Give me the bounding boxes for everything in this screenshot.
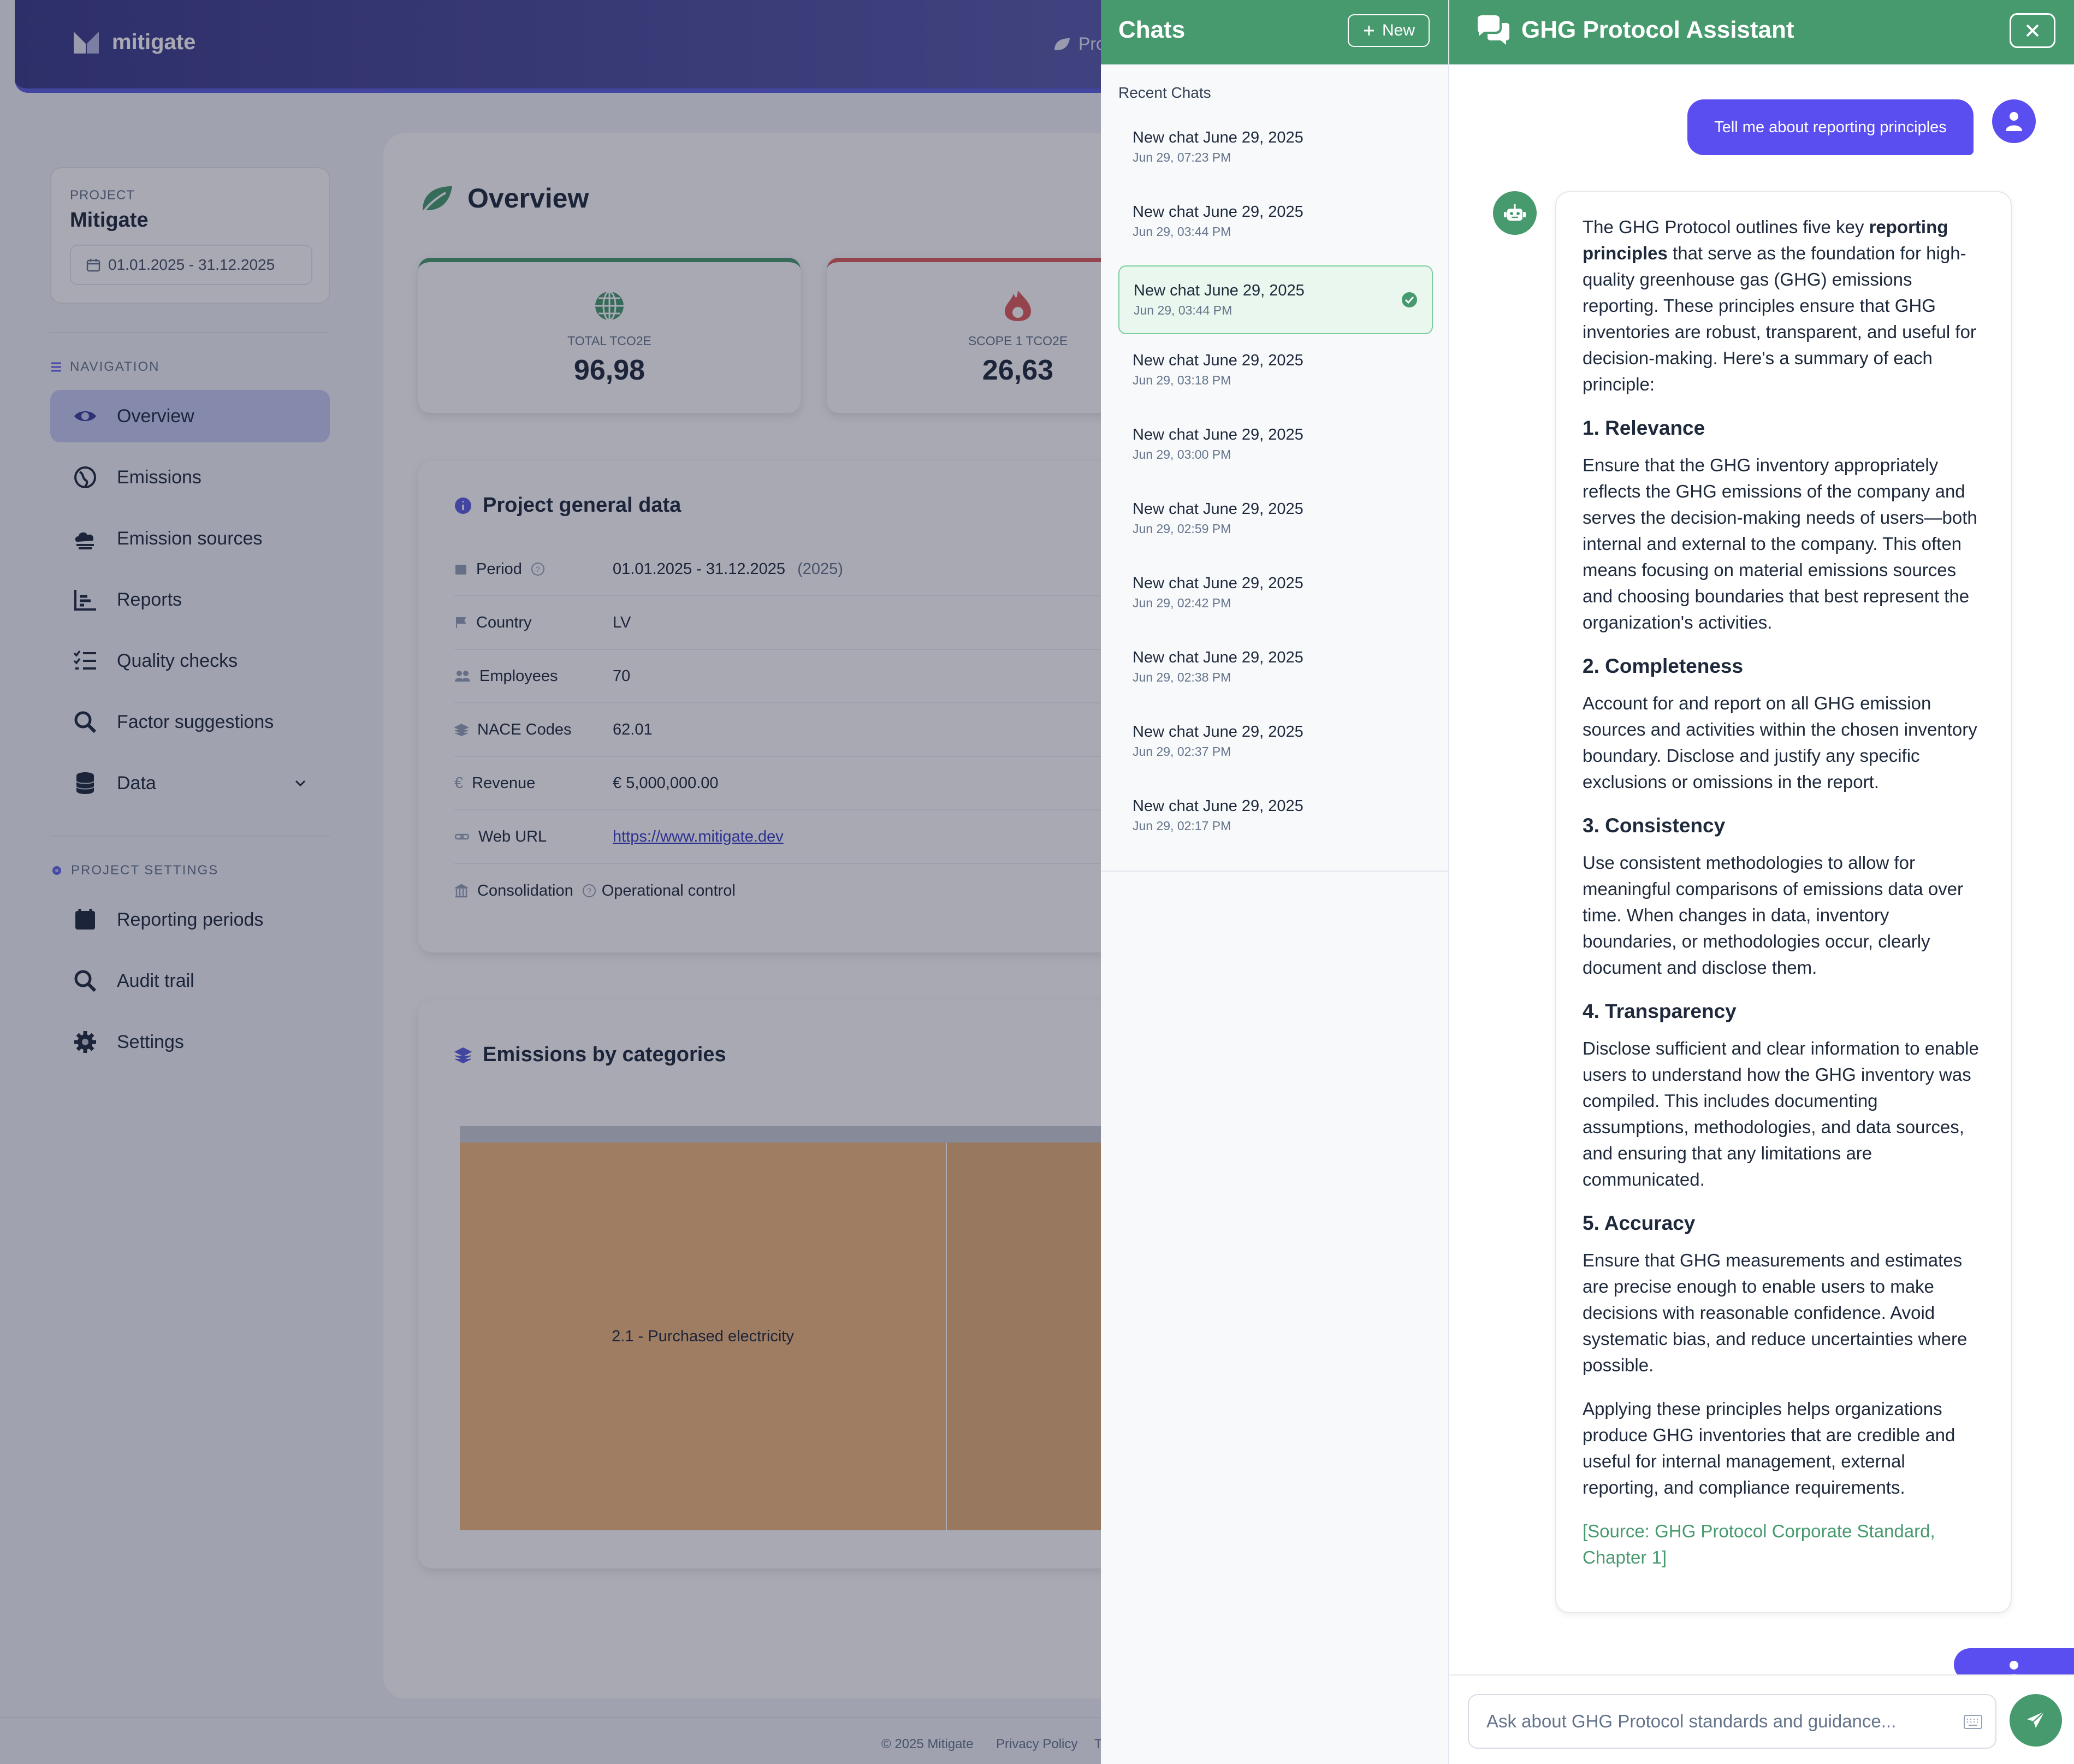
chat-list-item-selected[interactable]: New chat June 29, 2025 Jun 29, 03:44 PM (1118, 265, 1433, 334)
close-icon (2026, 24, 2039, 37)
chats-header: Chats New (1101, 0, 1448, 64)
chat-date: Jun 29, 02:37 PM (1133, 744, 1231, 759)
assistant-title: GHG Protocol Assistant (1521, 16, 1794, 43)
close-button[interactable] (2010, 13, 2055, 48)
reply-heading: 3. Consistency (1583, 814, 1726, 837)
chat-list-item[interactable]: New chat June 29, 2025 Jun 29, 02:38 PM (1118, 632, 1433, 701)
avatar (1992, 99, 2036, 143)
assistant-header: GHG Protocol Assistant (1449, 0, 2074, 64)
chat-date: Jun 29, 02:42 PM (1133, 596, 1231, 610)
chat-input-area: Ask about GHG Protocol standards and gui… (1449, 1674, 2074, 1764)
chat-title: New chat June 29, 2025 (1133, 575, 1303, 592)
chat-list-item[interactable]: New chat June 29, 2025 Jun 29, 02:37 PM (1118, 707, 1433, 776)
avatar (1493, 191, 1537, 235)
reply-heading: 1. Relevance (1583, 417, 1705, 439)
reply-body: Ensure that GHG measurements and estimat… (1583, 1250, 1968, 1375)
reply-intro-text: The GHG Protocol outlines five key (1583, 217, 1869, 237)
divider (1101, 871, 1449, 872)
modal-overlay[interactable] (0, 0, 1101, 1764)
chat-list-item[interactable]: New chat June 29, 2025 Jun 29, 02:42 PM (1118, 558, 1433, 627)
reply-body: Ensure that the GHG inventory appropriat… (1583, 455, 1977, 632)
chats-panel: Chats New Recent Chats New chat June 29,… (1101, 0, 1449, 1764)
chat-date: Jun 29, 03:44 PM (1134, 303, 1232, 317)
assistant-message: The GHG Protocol outlines five key repor… (1555, 191, 2012, 1613)
send-button[interactable] (2010, 1694, 2062, 1747)
reply-body: Account for and report on all GHG emissi… (1583, 693, 1977, 792)
reply-intro-text: that serve as the foundation for high-qu… (1583, 243, 1976, 394)
reply-body: Use consistent methodologies to allow fo… (1583, 853, 1964, 978)
chat-title: New chat June 29, 2025 (1133, 649, 1303, 666)
chat-title: New chat June 29, 2025 (1133, 129, 1303, 146)
chat-title: New chat June 29, 2025 (1133, 723, 1303, 741)
new-chat-label: New (1382, 21, 1415, 39)
user-message-text: Tell me about reporting principles (1714, 118, 1947, 136)
chat-list-item[interactable]: New chat June 29, 2025 Jun 29, 02:17 PM (1118, 781, 1433, 850)
chat-list-item[interactable]: New chat June 29, 2025 Jun 29, 07:23 PM (1118, 113, 1433, 181)
reply-heading: 4. Transparency (1583, 1000, 1737, 1022)
user-icon (2006, 112, 2022, 131)
chat-input[interactable]: Ask about GHG Protocol standards and gui… (1468, 1694, 1996, 1749)
chat-date: Jun 29, 03:00 PM (1133, 447, 1231, 461)
chat-title: New chat June 29, 2025 (1133, 797, 1303, 815)
chat-title: New chat June 29, 2025 (1133, 500, 1303, 518)
chat-title: New chat June 29, 2025 (1133, 203, 1303, 221)
chat-bubbles-icon (1478, 15, 1509, 45)
chat-date: Jun 29, 03:44 PM (1133, 224, 1231, 239)
send-icon (2027, 1711, 2045, 1728)
reply-source: [Source: GHG Protocol Corporate Standard… (1583, 1521, 1935, 1567)
chat-title: New chat June 29, 2025 (1133, 426, 1303, 443)
chat-list-item[interactable]: New chat June 29, 2025 Jun 29, 03:18 PM (1118, 335, 1433, 404)
chat-date: Jun 29, 02:38 PM (1133, 670, 1231, 684)
check-circle-icon (1402, 292, 1417, 307)
chat-list-item[interactable]: New chat June 29, 2025 Jun 29, 03:44 PM (1118, 187, 1433, 256)
chats-title: Chats (1118, 16, 1186, 43)
robot-icon (1504, 204, 1526, 221)
reply-heading: 5. Accuracy (1583, 1212, 1696, 1234)
chat-list-item[interactable]: New chat June 29, 2025 Jun 29, 03:00 PM (1118, 410, 1433, 478)
plus-icon (1364, 26, 1374, 35)
chat-date: Jun 29, 07:23 PM (1133, 150, 1231, 164)
user-message: Tell me about reporting principles (1687, 99, 1974, 155)
chat-date: Jun 29, 02:59 PM (1133, 522, 1231, 536)
chat-date: Jun 29, 03:18 PM (1133, 373, 1231, 387)
reply-intro: The GHG Protocol outlines five key repor… (1583, 214, 1984, 398)
assistant-panel: GHG Protocol Assistant Tell me about rep… (1449, 0, 2074, 1764)
chat-title: New chat June 29, 2025 (1133, 352, 1303, 369)
reply-body: Disclose sufficient and clear informatio… (1583, 1038, 1979, 1189)
chat-input-placeholder: Ask about GHG Protocol standards and gui… (1486, 1711, 1897, 1731)
chat-title: New chat June 29, 2025 (1134, 282, 1305, 299)
reply-closing: Applying these principles helps organiza… (1583, 1399, 1956, 1497)
reply-heading: 2. Completeness (1583, 655, 1744, 677)
chat-list-item[interactable]: New chat June 29, 2025 Jun 29, 02:59 PM (1118, 484, 1433, 553)
new-chat-button[interactable]: New (1348, 14, 1430, 47)
chat-date: Jun 29, 02:17 PM (1133, 819, 1231, 833)
keyboard-icon[interactable] (1964, 1715, 1982, 1729)
recent-chats-label: Recent Chats (1118, 84, 1211, 101)
